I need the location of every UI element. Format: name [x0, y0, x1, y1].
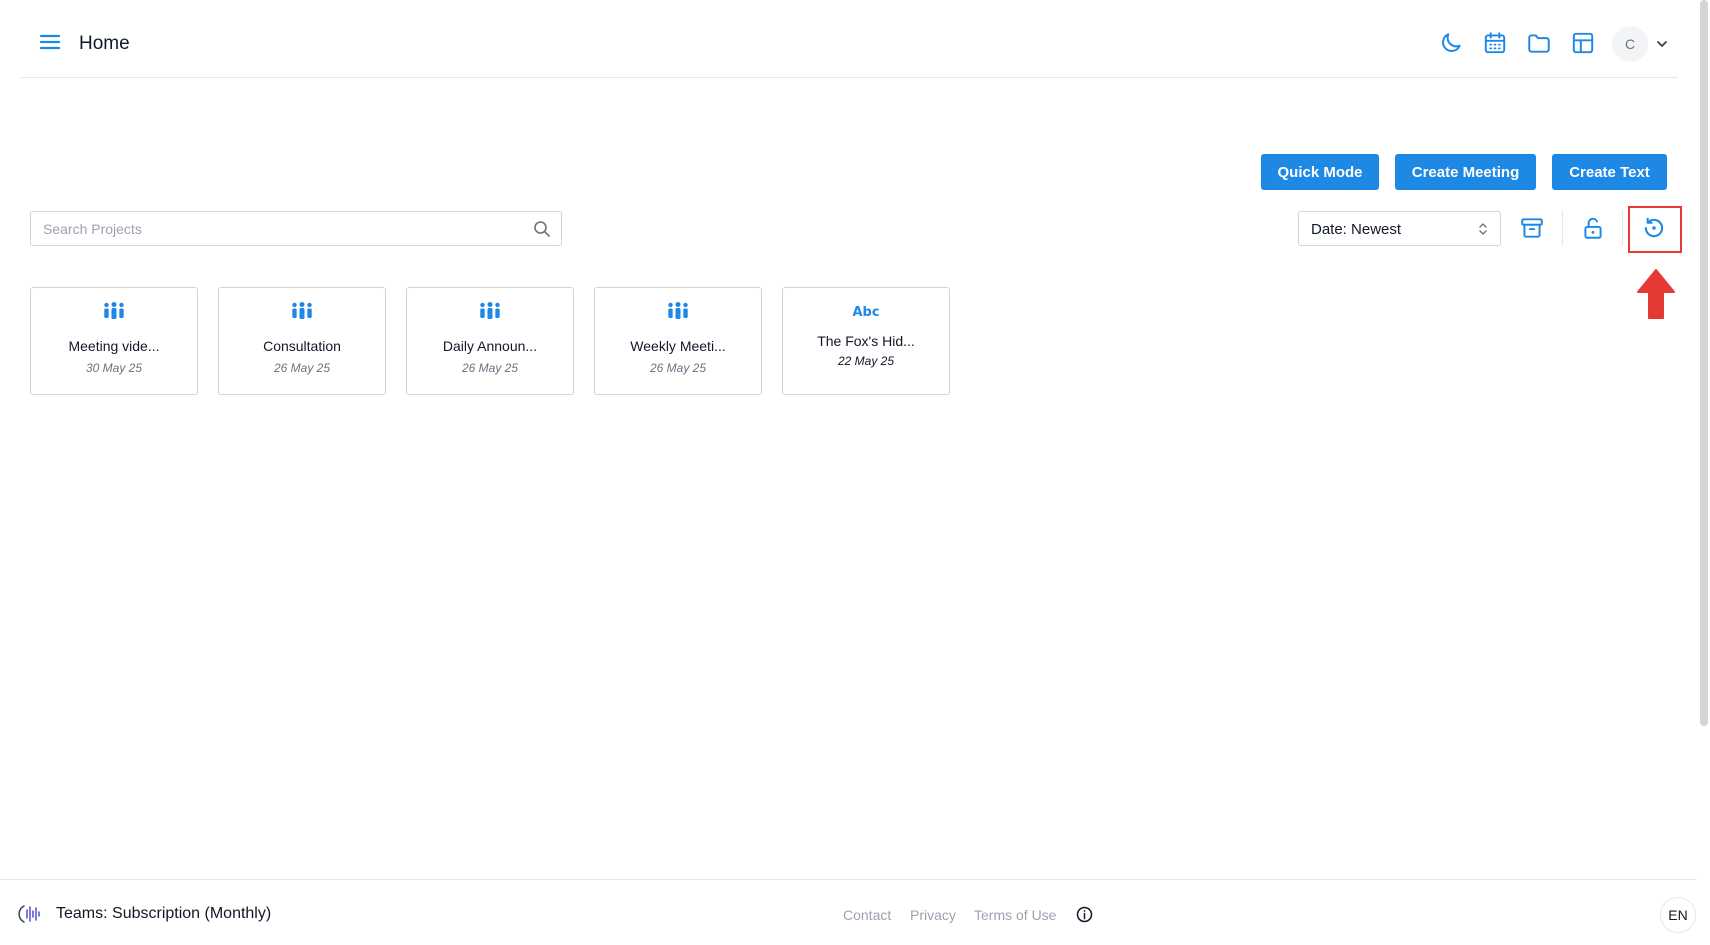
scrollbar[interactable]	[1697, 0, 1710, 945]
project-title: The Fox's Hid...	[817, 333, 915, 349]
search-box	[30, 211, 562, 246]
unlock-icon[interactable]	[1580, 215, 1606, 241]
create-meeting-button[interactable]: Create Meeting	[1395, 154, 1536, 190]
text-type-icon: Abc	[852, 305, 880, 320]
toolbar-divider	[1562, 210, 1563, 246]
project-date: 26 May 25	[273, 361, 331, 375]
chevron-down-icon	[1654, 36, 1670, 52]
archive-icon[interactable]	[1519, 215, 1545, 241]
team-icon	[478, 302, 502, 320]
calendar-icon[interactable]	[1482, 30, 1508, 56]
subscription-plan: Teams: Subscription (Monthly)	[56, 905, 272, 922]
project-title: Consultation	[263, 338, 341, 354]
project-date: 26 May 25	[461, 361, 519, 375]
folder-icon[interactable]	[1526, 30, 1552, 56]
select-arrows-icon	[1478, 222, 1488, 236]
search-input[interactable]	[31, 212, 521, 245]
project-card[interactable]: Weekly Meeti... 26 May 25	[594, 287, 762, 395]
scrollbar-thumb[interactable]	[1700, 0, 1708, 726]
project-card[interactable]: Daily Announ... 26 May 25	[406, 287, 574, 395]
privacy-link[interactable]: Privacy	[910, 907, 956, 923]
terms-link[interactable]: Terms of Use	[974, 907, 1056, 923]
create-text-button[interactable]: Create Text	[1552, 154, 1667, 190]
toolbar-divider	[1622, 210, 1623, 246]
project-title: Meeting vide...	[68, 338, 160, 354]
avatar: C	[1612, 26, 1648, 62]
project-title: Weekly Meeti...	[630, 338, 726, 354]
contact-link[interactable]: Contact	[843, 907, 891, 923]
highlight-annotation	[1628, 206, 1682, 253]
layout-icon[interactable]	[1570, 30, 1596, 56]
project-card[interactable]: Meeting vide... 30 May 25	[30, 287, 198, 395]
sort-selected-value: Date: Newest	[1311, 221, 1402, 238]
project-date: 30 May 25	[85, 361, 143, 375]
project-date: 22 May 25	[837, 354, 895, 368]
project-card[interactable]: Abc The Fox's Hid... 22 May 25	[782, 287, 950, 395]
sort-select[interactable]: Date: Newest	[1298, 211, 1501, 246]
user-menu[interactable]: C	[1612, 26, 1684, 62]
arrow-up-icon	[1634, 268, 1678, 320]
logo-icon	[17, 902, 43, 926]
team-icon	[666, 302, 690, 320]
info-icon[interactable]	[1076, 906, 1093, 923]
search-icon[interactable]	[533, 220, 551, 238]
footer: Teams: Subscription (Monthly) Contact Pr…	[0, 879, 1697, 945]
moon-icon[interactable]	[1438, 30, 1464, 56]
quick-mode-button[interactable]: Quick Mode	[1261, 154, 1379, 190]
top-header: Home C	[20, 0, 1678, 78]
team-icon	[290, 302, 314, 320]
menu-icon[interactable]	[38, 30, 62, 54]
language-button[interactable]: EN	[1660, 897, 1696, 933]
project-card[interactable]: Consultation 26 May 25	[218, 287, 386, 395]
team-icon	[102, 302, 126, 320]
page-title: Home	[79, 33, 130, 54]
project-title: Daily Announ...	[442, 338, 538, 354]
project-date: 26 May 25	[649, 361, 707, 375]
